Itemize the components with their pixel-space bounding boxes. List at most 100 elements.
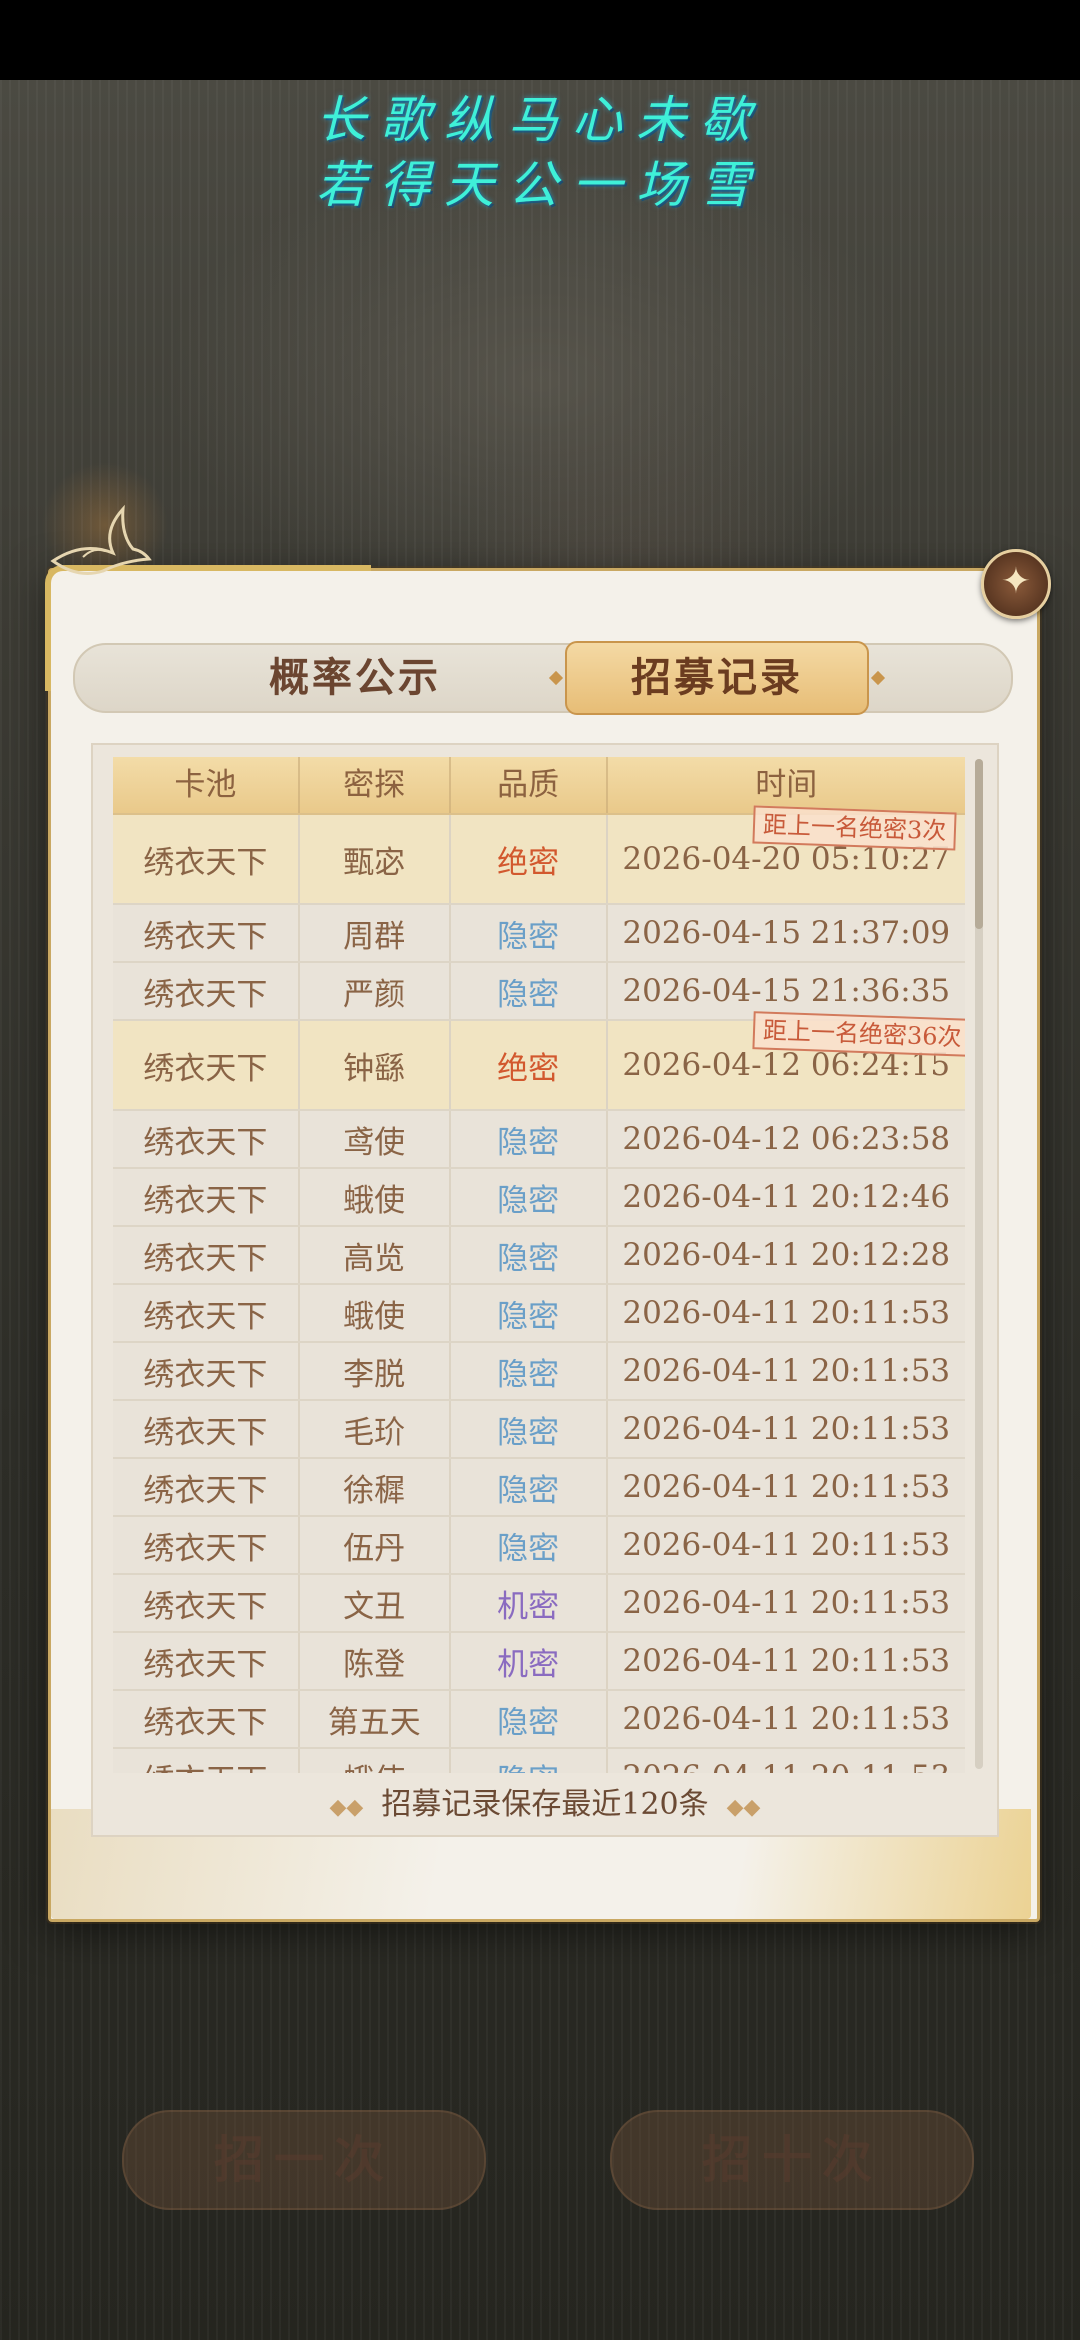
cell-time: 2026-04-11 20:11:53 [622,1295,951,1331]
cell-pool: 绣衣天下 [113,1169,300,1225]
cell-pool: 绣衣天下 [113,815,300,903]
cell-quality: 隐密 [451,1691,608,1747]
cell-quality: 隐密 [451,1749,608,1773]
cell-pool: 绣衣天下 [113,1111,300,1167]
cell-quality: 隐密 [451,905,608,961]
cell-time: 2026-04-11 20:11:53 [622,1701,951,1737]
cell-detective: 甄宓 [300,815,451,903]
bird-icon [50,504,152,575]
table-row: 绣衣天下 文丑 机密 2026-04-11 20:11:53 [113,1575,965,1633]
table-row: 绣衣天下蛾使隐密2026-04-11 20:11:53 [113,1749,965,1773]
table-row: 绣衣天下 严颜 隐密 2026-04-15 21:36:35 [113,963,965,1021]
records-table[interactable]: 卡池 密探 品质 时间 绣衣天下 甄宓 绝密 2026-04-20 05:10:27 距… [113,757,965,1773]
cell-time: 2026-04-15 21:37:09 [622,915,951,951]
ornament-right-icon: ◆◆ [726,1795,761,1820]
tab-bar: 概率公示 招募记录 [73,641,1013,715]
table-header: 卡池 密探 品质 时间 [113,757,965,815]
cell-pool: 绣衣天下 [113,1227,300,1283]
cell-detective: 李脱 [300,1343,451,1399]
cell-quality: 隐密 [451,1343,608,1399]
table-row: 绣衣天下 徐穉 隐密 2026-04-11 20:11:53 [113,1459,965,1517]
cell-quality: 隐密 [451,1111,608,1167]
cell-time: 2026-04-11 20:11:53 [622,1469,951,1505]
table-row: 绣衣天下 蛾使 隐密 2026-04-11 20:12:46 [113,1169,965,1227]
table-row: 绣衣天下 周群 隐密 2026-04-15 21:37:09 [113,905,965,963]
table-row: 绣衣天下 鸢使 隐密 2026-04-12 06:23:58 [113,1111,965,1169]
table-row: 绣衣天下 李脱 隐密 2026-04-11 20:11:53 [113,1343,965,1401]
cell-detective: 严颜 [300,963,451,1019]
cell-pool: 绣衣天下 [113,1401,300,1457]
cell-detective: 第五天 [300,1691,451,1747]
cell-time: 2026-04-11 20:11:53 [622,1643,951,1679]
table-row: 绣衣天下 陈登 机密 2026-04-11 20:11:53 [113,1633,965,1691]
table-row: 绣衣天下 甄宓 绝密 2026-04-20 05:10:27 距上一名绝密3次 [113,805,965,905]
ornament-left-icon: ◆◆ [329,1795,364,1820]
header-quality: 品质 [451,757,608,813]
cell-quality: 隐密 [451,1227,608,1283]
table-row: 绣衣天下 第五天 隐密 2026-04-11 20:11:53 [113,1691,965,1749]
recruit-ten-button: 招十次 [610,2110,974,2210]
cell-pool: 绣衣天下 [113,1285,300,1341]
cell-quality: 隐密 [451,1285,608,1341]
cell-quality: 隐密 [451,1401,608,1457]
scrollbar-thumb[interactable] [975,759,983,929]
cell-detective: 高览 [300,1227,451,1283]
cell-quality: 隐密 [451,1517,608,1573]
poem-line-2: 若得天公一场雪 [316,156,764,214]
cell-detective: 蛾使 [300,1749,451,1773]
cell-detective: 钟繇 [300,1021,451,1109]
cell-detective: 毛玠 [300,1401,451,1457]
cell-quality: 隐密 [451,1459,608,1515]
cell-detective: 周群 [300,905,451,961]
cell-detective: 蛾使 [300,1285,451,1341]
cell-quality: 绝密 [451,815,608,903]
pity-stamp: 距上一名绝密36次 [752,1011,965,1057]
tab-probability[interactable]: 概率公示 [225,645,485,711]
cell-pool: 绣衣天下 [113,1633,300,1689]
cell-time: 2026-04-12 06:23:58 [622,1121,951,1157]
table-row: 绣衣天下 钟繇 绝密 2026-04-12 06:24:15 距上一名绝密36次 [113,1011,965,1111]
cell-time: 2026-04-11 20:11:53 [622,1585,951,1621]
table-row: 绣衣天下蛾使隐密 2026-04-11 20:11:53 [113,1285,965,1343]
cell-time: 2026-04-11 20:12:28 [622,1237,951,1273]
table-row: 绣衣天下 毛玠 隐密 2026-04-11 20:11:53 [113,1401,965,1459]
cell-quality: 机密 [451,1575,608,1631]
close-icon: ✦ [1000,561,1032,602]
cell-detective: 蛾使 [300,1169,451,1225]
header-detective: 密探 [300,757,451,813]
table-row: 绣衣天下 伍丹 隐密 2026-04-11 20:11:53 [113,1517,965,1575]
close-button[interactable]: ✦ [981,549,1051,619]
recruit-record-dialog: ✦ 概率公示 招募记录 卡池 密探 品质 时间 绣衣天下 甄宓 绝密 2026-04-… [45,504,1051,1922]
cell-detective: 鸢使 [300,1111,451,1167]
scrollbar[interactable] [975,759,983,1769]
cell-quality: 隐密 [451,1169,608,1225]
cell-time: 2026-04-11 20:11:53 [622,1411,951,1447]
status-bar [0,0,1080,80]
cell-pool: 绣衣天下 [113,1575,300,1631]
cell-detective: 伍丹 [300,1517,451,1573]
cell-quality: 隐密 [451,963,608,1019]
recruit-once-button: 招一次 [122,2110,486,2210]
cell-pool: 绣衣天下 [113,1691,300,1747]
cell-quality: 机密 [451,1633,608,1689]
cell-pool: 绣衣天下 [113,1459,300,1515]
cell-time: 2026-04-11 20:11:53 [622,1527,951,1563]
cell-time: 2026-04-11 20:11:53 [608,1749,965,1773]
cell-detective: 陈登 [300,1633,451,1689]
cell-pool: 绣衣天下 [113,905,300,961]
table-row: 绣衣天下 高览 隐密 2026-04-11 20:12:28 [113,1227,965,1285]
cell-quality: 绝密 [451,1021,608,1109]
cell-pool: 绣衣天下 [113,963,300,1019]
poem-line-1: 长歌纵马心未歇 [316,91,764,149]
pity-stamp: 距上一名绝密3次 [752,805,957,851]
cell-pool: 绣衣天下 [113,1517,300,1573]
cell-time: 2026-04-11 20:12:46 [622,1179,951,1215]
records-panel: 卡池 密探 品质 时间 绣衣天下 甄宓 绝密 2026-04-20 05:10:27 距… [91,743,999,1837]
cell-pool: 绣衣天下 [113,1021,300,1109]
tab-records[interactable]: 招募记录 [565,641,869,715]
header-pool: 卡池 [113,757,300,813]
table-body: 绣衣天下 甄宓 绝密 2026-04-20 05:10:27 距上一名绝密3次 绣衣天下周… [113,805,965,1773]
cell-time: 2026-04-15 21:36:35 [622,973,951,1009]
footer-note-text: 招募记录保存最近120条 [381,1787,709,1822]
header-time: 时间 [755,767,818,803]
